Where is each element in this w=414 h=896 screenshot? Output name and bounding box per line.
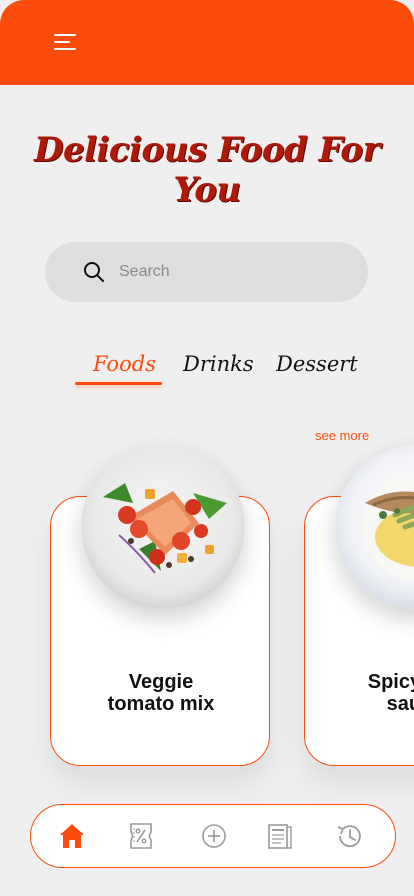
tab-drinks[interactable]: Drinks bbox=[183, 352, 254, 376]
food-card-name: Veggie tomato mix bbox=[107, 671, 215, 715]
add-circle-icon[interactable] bbox=[199, 821, 229, 851]
tab-foods[interactable]: Foods bbox=[93, 352, 156, 376]
search-bar[interactable] bbox=[45, 242, 368, 302]
active-tab-indicator bbox=[75, 382, 162, 385]
food-image-salmon-veggie-plate bbox=[81, 445, 245, 609]
menu-icon[interactable] bbox=[265, 821, 295, 851]
top-bar bbox=[0, 0, 414, 85]
search-icon bbox=[84, 262, 104, 282]
tab-dessert[interactable]: Dessert bbox=[276, 352, 358, 376]
bottom-navigation bbox=[30, 804, 396, 868]
home-icon[interactable] bbox=[57, 821, 87, 851]
food-card-name: Spicy fish sauce bbox=[367, 671, 414, 715]
hamburger-menu-icon[interactable] bbox=[52, 30, 80, 54]
history-icon[interactable] bbox=[334, 821, 364, 851]
app-screen: Delicious Food For You Foods Drinks Dess… bbox=[0, 0, 414, 896]
search-input[interactable] bbox=[119, 256, 349, 288]
page-title: Delicious Food For You bbox=[33, 130, 381, 210]
discount-ticket-icon[interactable] bbox=[126, 821, 156, 851]
see-more-link[interactable]: see more bbox=[315, 428, 369, 443]
